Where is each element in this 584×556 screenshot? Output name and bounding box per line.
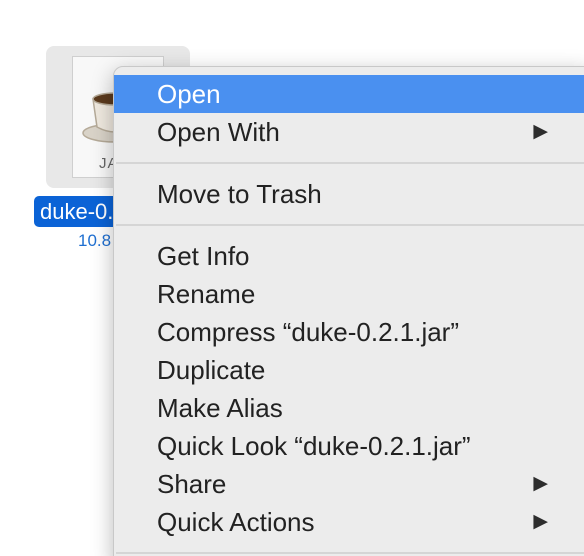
menu-item-label: Move to Trash <box>157 179 322 209</box>
menu-item-move-to-trash[interactable]: Move to Trash <box>114 175 584 213</box>
menu-item-duplicate[interactable]: Duplicate <box>114 351 584 389</box>
menu-separator <box>114 151 584 175</box>
menu-item-label: Open <box>157 79 221 109</box>
menu-item-label: Rename <box>157 279 256 309</box>
menu-item-label: Duplicate <box>157 355 266 385</box>
menu-item-label: Share <box>157 469 227 499</box>
menu-item-rename[interactable]: Rename <box>114 275 584 313</box>
menu-item-make-alias[interactable]: Make Alias <box>114 389 584 427</box>
menu-item-open-with[interactable]: Open With ▶ <box>114 113 584 151</box>
menu-item-quick-actions[interactable]: Quick Actions ▶ <box>114 503 584 541</box>
menu-item-label: Compress “duke-0.2.1.jar” <box>157 317 459 347</box>
menu-item-label: Make Alias <box>157 393 283 423</box>
menu-separator <box>114 541 584 556</box>
menu-item-open[interactable]: Open <box>114 75 584 113</box>
menu-item-label: Get Info <box>157 241 250 271</box>
menu-separator <box>114 213 584 237</box>
context-menu: Open Open With ▶ Move to Trash Get Info … <box>113 66 584 556</box>
submenu-arrow-icon: ▶ <box>533 511 548 532</box>
menu-item-share[interactable]: Share ▶ <box>114 465 584 503</box>
submenu-arrow-icon: ▶ <box>533 473 548 494</box>
desktop: JAR duke-0.2.1.jar 10.8 MB Open Open Wit… <box>0 0 584 556</box>
menu-item-get-info[interactable]: Get Info <box>114 237 584 275</box>
menu-item-compress[interactable]: Compress “duke-0.2.1.jar” <box>114 313 584 351</box>
menu-item-label: Quick Look “duke-0.2.1.jar” <box>157 431 471 461</box>
menu-item-quick-look[interactable]: Quick Look “duke-0.2.1.jar” <box>114 427 584 465</box>
submenu-arrow-icon: ▶ <box>533 121 548 142</box>
menu-item-label: Open With <box>157 117 280 147</box>
menu-item-label: Quick Actions <box>157 507 315 537</box>
